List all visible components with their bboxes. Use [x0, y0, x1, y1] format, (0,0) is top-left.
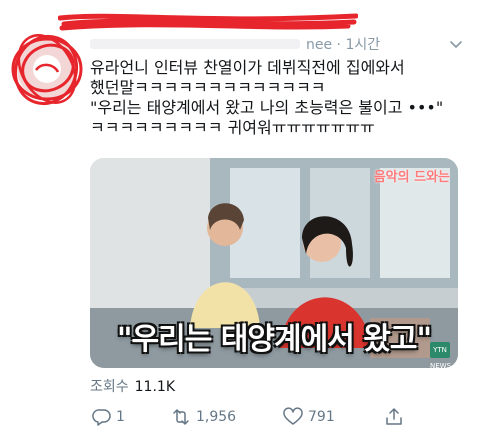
retweet-count: 1,956: [196, 409, 237, 425]
news-badge: YTN NEWS: [430, 342, 451, 368]
video-caption: "우리는 태양계에서 왔고": [116, 322, 432, 357]
share-icon: [386, 408, 402, 425]
views-label: 조회수: [90, 379, 129, 395]
user-name-redacted: [90, 39, 300, 49]
video-thumbnail[interactable]: 음악의 드와는 "우리는 태양계에서 왔고" YTN NEWS: [90, 158, 458, 368]
share-button[interactable]: [384, 404, 408, 430]
retweet-button[interactable]: 1,956: [170, 404, 236, 430]
reply-button[interactable]: 1: [92, 404, 125, 430]
tweet-line: 했던말ㅋㅋㅋㅋㅋㅋㅋㅋㅋㅋㅋㅋㅋ: [90, 78, 326, 97]
views-value: 11.1K: [134, 379, 175, 395]
like-button[interactable]: 791: [282, 404, 335, 430]
chevron-down-icon[interactable]: [446, 34, 466, 54]
redaction-scribble: [58, 13, 358, 31]
handle-and-time[interactable]: nee · 1시간: [306, 34, 380, 54]
tweet-text: 유라언니 인터뷰 찬열이가 데뷔직전에 집에와서 했던말ㅋㅋㅋㅋㅋㅋㅋㅋㅋㅋㅋㅋ…: [90, 58, 468, 138]
redaction-scribble-avatar: [11, 34, 83, 106]
heart-icon: [283, 407, 303, 425]
video-caption-bar: "우리는 태양계에서 왔고": [90, 314, 458, 358]
tweet-header: nee · 1시간: [90, 34, 466, 54]
like-count: 791: [308, 409, 335, 425]
tweet-line: ㅋㅋㅋㅋㅋㅋㅋㅋㅋ 귀여워ㅠㅠㅠㅠㅠㅠㅠ: [90, 118, 375, 137]
action-bar: 1 1,956 791: [92, 404, 462, 430]
avatar[interactable]: [8, 30, 86, 108]
reply-icon: [92, 409, 111, 426]
tweet-line: 유라언니 인터뷰 찬열이가 데뷔직전에 집에와서: [90, 58, 405, 77]
reply-count: 1: [116, 409, 125, 425]
view-count: 조회수 11.1K: [90, 376, 175, 396]
tweet-line: "우리는 태양계에서 왔고 나의 초능력은 불이고 •••": [90, 98, 444, 117]
retweet-icon: [173, 409, 189, 425]
video-watermark: 음악의 드와는: [373, 170, 450, 185]
